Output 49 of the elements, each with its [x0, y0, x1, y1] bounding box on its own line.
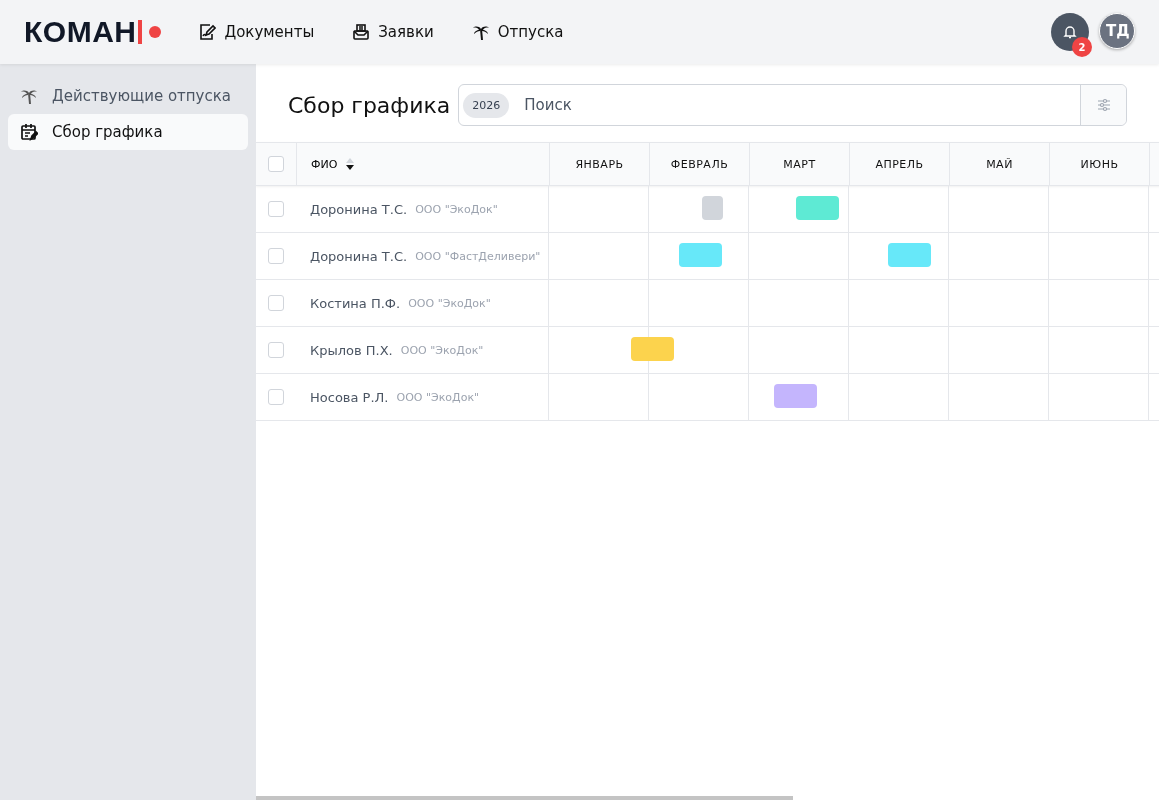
row-checkbox[interactable]	[268, 389, 284, 405]
row-checkbox[interactable]	[268, 248, 284, 264]
sliders-icon	[1096, 98, 1111, 112]
sidebar-item[interactable]: Сбор графика	[8, 114, 248, 150]
month-header: МАРТ	[783, 157, 816, 171]
scrollbar-thumb[interactable]	[256, 796, 793, 800]
company-name: ООО "ФастДеливери"	[415, 249, 541, 263]
month-header: МАЙ	[986, 157, 1013, 171]
notification-count-badge: 2	[1072, 37, 1092, 57]
vacation-bar[interactable]	[702, 196, 723, 220]
search-field[interactable]: 2026 Поиск	[458, 84, 1127, 126]
filter-button[interactable]	[1080, 85, 1126, 125]
employee-name: Носова Р.Л.	[310, 389, 389, 405]
vacation-bar[interactable]	[773, 384, 817, 408]
company-name: ООО "ЭкоДок"	[396, 390, 480, 404]
document-edit-icon	[198, 23, 217, 41]
select-all-checkbox[interactable]	[268, 156, 284, 172]
user-avatar[interactable]: ТД	[1099, 13, 1135, 49]
bell-icon	[1063, 25, 1077, 39]
inbox-icon	[352, 23, 371, 41]
vacation-bar[interactable]	[630, 337, 674, 361]
employee-name: Костина П.Ф.	[310, 295, 401, 311]
row-checkbox[interactable]	[268, 201, 284, 217]
month-header: ИЮНЬ	[1080, 157, 1119, 171]
vacation-bar[interactable]	[795, 196, 839, 220]
employee-name: Доронина Т.С.	[310, 248, 408, 264]
nav-link[interactable]: Заявки	[352, 23, 434, 41]
company-name: ООО "ЭкоДок"	[415, 202, 498, 216]
company-name: ООО "ЭкоДок"	[400, 343, 484, 357]
calendar-edit-icon	[20, 123, 38, 141]
notifications-button[interactable]	[1051, 13, 1089, 51]
year-chip[interactable]: 2026	[463, 92, 510, 118]
nav-link[interactable]: Документы	[198, 23, 315, 41]
vacation-bar[interactable]	[887, 243, 931, 267]
column-header: ФИО	[311, 157, 338, 171]
sidebar-item[interactable]: Действующие отпуска	[8, 78, 248, 114]
page-title: Сбор графика	[288, 92, 451, 118]
row-checkbox[interactable]	[268, 342, 284, 358]
employee-name: Доронина Т.С.	[310, 201, 408, 217]
month-header: АПРЕЛЬ	[875, 157, 924, 171]
employee-name: Крылов П.Х.	[310, 342, 393, 358]
nav-link[interactable]: Отпуска	[471, 23, 564, 41]
logo-text: КОМАН	[24, 15, 137, 49]
month-header: ФЕВРАЛЬ	[670, 157, 729, 171]
month-header: ЯНВАРЬ	[575, 157, 624, 171]
sort-icon[interactable]	[345, 157, 356, 171]
vacation-bar[interactable]	[678, 243, 722, 267]
company-name: ООО "ЭкоДок"	[408, 296, 491, 310]
row-checkbox[interactable]	[268, 295, 284, 311]
